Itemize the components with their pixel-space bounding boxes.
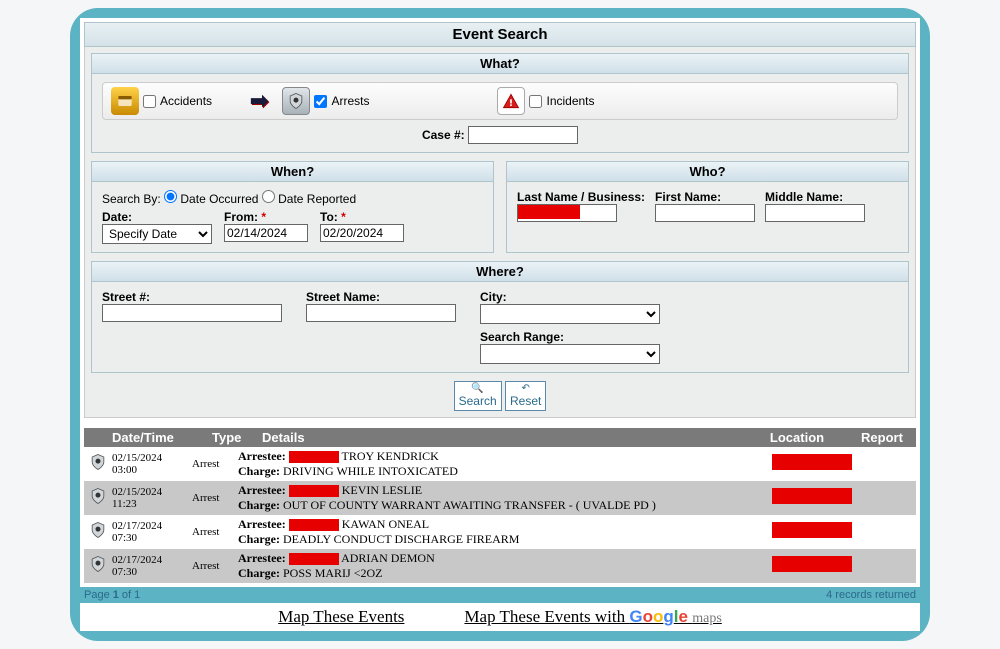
- streetnum-input[interactable]: [102, 304, 282, 322]
- firstname-label: First Name:: [655, 190, 755, 204]
- accident-icon: [111, 87, 139, 115]
- from-date-input[interactable]: [224, 224, 308, 242]
- cell-location: [772, 454, 862, 474]
- inner-panel: Event Search What? Accidents ➡: [80, 18, 920, 587]
- pager-bar: Page 1 of 1 4 records returned: [80, 587, 920, 603]
- search-by-label: Search By:: [102, 192, 161, 206]
- case-number-input[interactable]: [468, 126, 578, 144]
- arrests-label: Arrests: [331, 94, 369, 108]
- cell-datetime: 02/17/202407:30: [112, 520, 192, 544]
- page-indicator: Page 1 of 1: [84, 589, 140, 601]
- incidents-label: Incidents: [546, 94, 594, 108]
- when-header: When?: [92, 162, 493, 182]
- reset-button[interactable]: ↶Reset: [505, 381, 546, 411]
- arrest-badge-icon: [88, 554, 112, 578]
- col-report: Report: [852, 430, 912, 445]
- middlename-label: Middle Name:: [765, 190, 865, 204]
- to-date-input[interactable]: [320, 224, 404, 242]
- cell-location: [772, 488, 862, 508]
- city-select[interactable]: [480, 304, 660, 324]
- redacted-block: [772, 488, 852, 504]
- cell-datetime: 02/17/202407:30: [112, 554, 192, 578]
- undo-icon: ↶: [510, 384, 541, 394]
- search-button[interactable]: 🔍Search: [454, 381, 502, 411]
- from-label: From: *: [224, 210, 308, 224]
- map-events-link[interactable]: Map These Events: [278, 607, 404, 627]
- middlename-input[interactable]: [765, 204, 865, 222]
- search-icon: 🔍: [459, 384, 497, 394]
- range-select[interactable]: [480, 344, 660, 364]
- date-select[interactable]: Specify Date: [102, 224, 212, 244]
- records-returned: 4 records returned: [826, 589, 916, 601]
- redacted-block: [772, 454, 852, 470]
- who-fieldset: Who? Last Name / Business:: [506, 161, 909, 253]
- table-row[interactable]: 02/17/202407:30ArrestArrestee: ADRIAN DE…: [84, 549, 916, 583]
- redacted-block: [772, 522, 852, 538]
- case-label: Case #:: [422, 128, 465, 142]
- city-label: City:: [480, 290, 660, 304]
- arrow-icon: ➡: [250, 88, 268, 114]
- search-form: What? Accidents ➡: [84, 47, 916, 418]
- table-row[interactable]: 02/17/202407:30ArrestArrestee: KAWAN ONE…: [84, 515, 916, 549]
- results-table: Date/Time Type Details Location Report 0…: [84, 428, 916, 583]
- cell-details: Arrestee: KEVIN LESLIECharge: OUT OF COU…: [238, 483, 772, 513]
- firstname-input[interactable]: [655, 204, 755, 222]
- lastname-label: Last Name / Business:: [517, 190, 645, 204]
- what-fieldset: What? Accidents ➡: [91, 53, 909, 153]
- cell-datetime: 02/15/202411:23: [112, 486, 192, 510]
- where-header: Where?: [92, 262, 908, 282]
- accidents-checkbox[interactable]: [143, 95, 156, 108]
- cell-type: Arrest: [192, 526, 238, 538]
- table-row[interactable]: 02/15/202411:23ArrestArrestee: KEVIN LES…: [84, 481, 916, 515]
- cell-location: [772, 556, 862, 576]
- redacted-block: [518, 205, 580, 219]
- redacted-block: [289, 485, 339, 497]
- col-datetime: Date/Time: [112, 430, 212, 445]
- cell-datetime: 02/15/202403:00: [112, 452, 192, 476]
- col-type: Type: [212, 430, 262, 445]
- page-title: Event Search: [84, 22, 916, 47]
- cell-location: [772, 522, 862, 542]
- app-frame: Event Search What? Accidents ➡: [70, 8, 930, 641]
- where-fieldset: Where? Street #: Street Name: City:: [91, 261, 909, 373]
- arrest-icon: [282, 87, 310, 115]
- date-occurred-radio[interactable]: [164, 190, 177, 203]
- col-details: Details: [262, 430, 742, 445]
- results-header-row: Date/Time Type Details Location Report: [84, 428, 916, 447]
- cell-details: Arrestee: KAWAN ONEALCharge: DEADLY COND…: [238, 517, 772, 547]
- redacted-block: [289, 553, 339, 565]
- date-label: Date:: [102, 210, 212, 224]
- what-header: What?: [92, 54, 908, 74]
- who-header: Who?: [507, 162, 908, 182]
- accidents-label: Accidents: [160, 94, 212, 108]
- cell-details: Arrestee: TROY KENDRICKCharge: DRIVING W…: [238, 449, 772, 479]
- arrest-badge-icon: [88, 520, 112, 544]
- cell-type: Arrest: [192, 492, 238, 504]
- streetname-input[interactable]: [306, 304, 456, 322]
- col-location: Location: [742, 430, 852, 445]
- cell-type: Arrest: [192, 560, 238, 572]
- table-row[interactable]: 02/15/202403:00ArrestArrestee: TROY KEND…: [84, 447, 916, 481]
- cell-details: Arrestee: ADRIAN DEMONCharge: POSS MARIJ…: [238, 551, 772, 581]
- arrests-checkbox[interactable]: [314, 95, 327, 108]
- redacted-block: [289, 451, 339, 463]
- redacted-block: [289, 519, 339, 531]
- arrest-badge-icon: [88, 486, 112, 510]
- date-reported-radio[interactable]: [262, 190, 275, 203]
- map-links-bar: Map These Events Map These Events with G…: [80, 603, 920, 631]
- arrest-badge-icon: [88, 452, 112, 476]
- redacted-block: [772, 556, 852, 572]
- range-label: Search Range:: [480, 330, 660, 344]
- incident-icon: [497, 87, 525, 115]
- map-events-google-link[interactable]: Map These Events with Google maps: [464, 607, 721, 627]
- to-label: To: *: [320, 210, 404, 224]
- streetnum-label: Street #:: [102, 290, 282, 304]
- streetname-label: Street Name:: [306, 290, 456, 304]
- cell-type: Arrest: [192, 458, 238, 470]
- when-fieldset: When? Search By: Date Occurred Date Repo…: [91, 161, 494, 253]
- incidents-checkbox[interactable]: [529, 95, 542, 108]
